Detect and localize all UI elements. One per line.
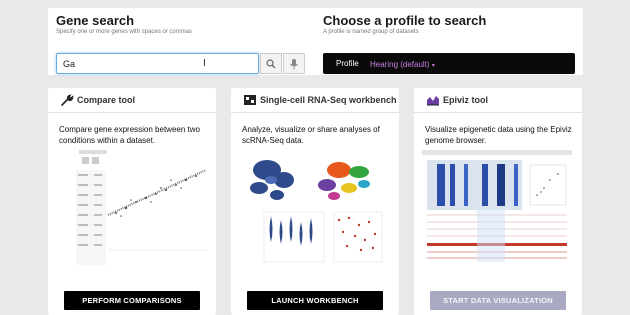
voice-search-button[interactable]	[283, 53, 305, 74]
chart-icon	[427, 96, 439, 106]
epiviz-preview-image	[422, 150, 572, 265]
profile-title: Choose a profile to search	[323, 13, 487, 28]
microphone-icon	[290, 58, 298, 69]
profile-selector[interactable]: Profile Hearing (default) ▾	[323, 53, 575, 74]
wrench-icon	[61, 94, 74, 106]
search-button[interactable]	[260, 53, 282, 74]
text-cursor-icon: I	[203, 58, 206, 69]
perform-comparisons-button[interactable]: PERFORM COMPARISONS	[64, 291, 200, 310]
workbench-preview-image	[239, 150, 389, 265]
workbench-icon	[244, 95, 256, 105]
card-title: Single-cell RNA-Seq workbench	[260, 95, 397, 105]
compare-tool-card: Compare tool Compare gene expression bet…	[48, 88, 216, 315]
card-title: Compare tool	[77, 95, 136, 105]
search-panel: Gene search Specify one or more genes wi…	[48, 8, 583, 75]
gene-search-input[interactable]: Ga	[56, 53, 259, 74]
scrnaseq-workbench-card: Single-cell RNA-Seq workbench Analyze, v…	[231, 88, 399, 315]
card-header: Single-cell RNA-Seq workbench	[231, 88, 399, 113]
launch-workbench-button[interactable]: LAUNCH WORKBENCH	[247, 291, 383, 310]
card-description: Compare gene expression between two cond…	[59, 125, 200, 145]
caret-down-icon: ▾	[431, 63, 435, 69]
gene-search-title: Gene search	[56, 13, 135, 28]
card-description: Analyze, visualize or share analyses of …	[242, 125, 380, 145]
start-data-visualization-button[interactable]: START DATA VISUALIZATION	[430, 291, 566, 310]
card-title: Epiviz tool	[443, 95, 488, 105]
card-header: Compare tool	[48, 88, 216, 113]
epiviz-tool-card: Epiviz tool Visualize epigenetic data us…	[414, 88, 582, 315]
search-icon	[266, 58, 276, 68]
compare-tool-preview-image	[56, 150, 206, 265]
profile-subtitle: A profile is named group of datasets	[323, 29, 419, 35]
profile-label: Profile	[336, 59, 359, 68]
gene-search-subtitle: Specify one or more genes with spaces or…	[56, 29, 193, 35]
card-description: Visualize epigenetic data using the Epiv…	[425, 125, 572, 145]
card-header: Epiviz tool	[414, 88, 582, 113]
profile-value: Hearing (default)	[370, 60, 430, 69]
profile-dropdown[interactable]: Hearing (default) ▾	[370, 60, 435, 69]
